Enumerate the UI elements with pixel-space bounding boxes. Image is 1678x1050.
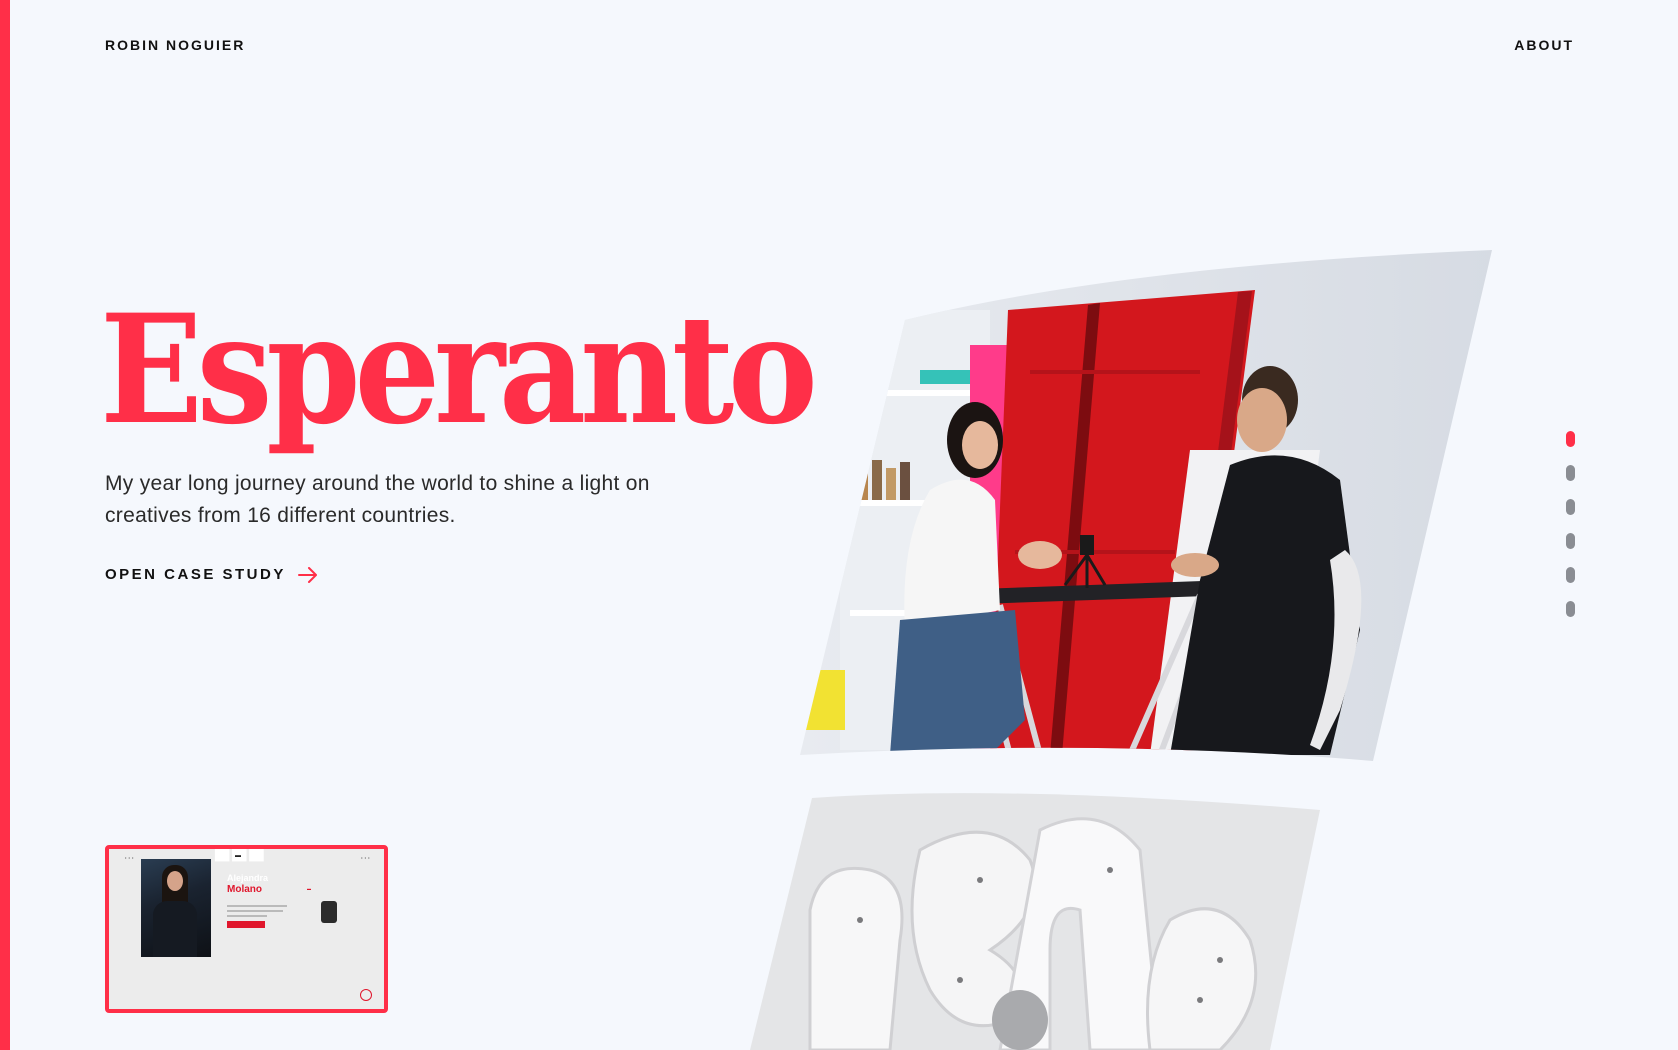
preview-first-name: Alejandra [227,873,269,883]
preview-portrait-body [153,901,197,957]
preview-portrait-face [167,871,183,891]
nav-about-link[interactable]: ABOUT [1514,37,1574,53]
preview-last-name: Molano [227,884,262,895]
accent-bar [0,0,10,1050]
project-description: My year long journey around the world to… [105,472,650,527]
project-title: Esperanto [100,282,818,458]
preview-small-label: ▬ [307,886,311,891]
preview-text-line [227,915,267,917]
preview-circle-icon [360,989,372,1001]
preview-nav-left: • • • [125,855,134,860]
slider-dot[interactable] [1566,431,1575,447]
slider-dot[interactable] [1566,499,1575,515]
slider-dot[interactable] [1566,567,1575,583]
slider-dot[interactable] [1566,533,1575,549]
slider-pagination [1566,431,1575,617]
project-hero-image[interactable] [800,250,1500,765]
slider-dot[interactable] [1566,465,1575,481]
arrow-right-icon [297,566,317,583]
open-case-study-label: OPEN CASE STUDY [105,566,286,583]
preview-button [227,921,265,928]
slider-dot[interactable] [1566,601,1575,617]
page: ROBIN NOGUIER ABOUT Esperanto My year lo… [0,0,1678,1050]
project-preview-card[interactable]: ■■■ • • • ▬ • • • Alejandra Molano ▬ [105,845,388,1013]
preview-text-line [227,905,287,907]
preview-object-image [321,901,337,923]
preview-logo: ▬ [235,853,241,859]
next-project-image[interactable] [750,790,1330,1050]
preview-nav-right: • • • [361,855,370,860]
open-case-study-link[interactable]: OPEN CASE STUDY [105,566,318,583]
brand-link[interactable]: ROBIN NOGUIER [105,37,245,53]
preview-text-line [227,910,283,912]
